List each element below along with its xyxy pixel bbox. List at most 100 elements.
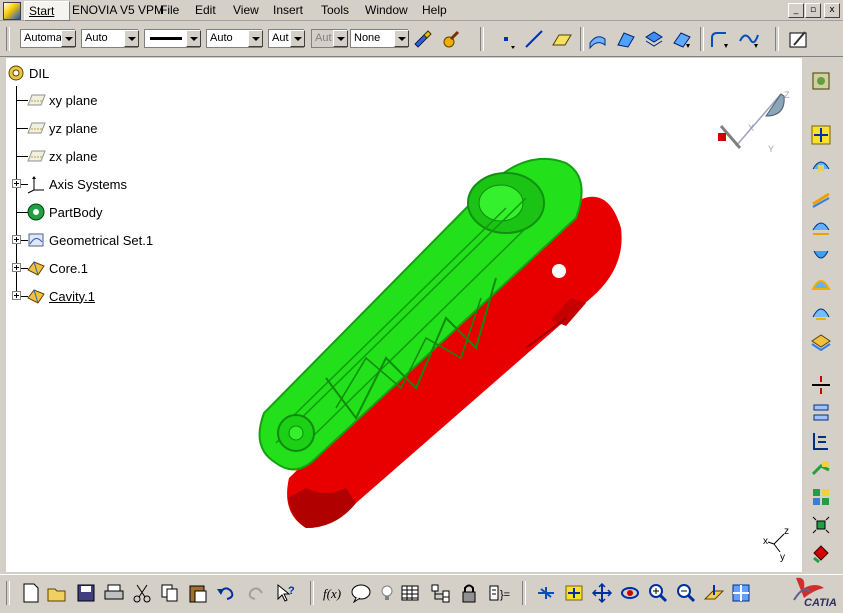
sketcher-icon[interactable]	[788, 28, 810, 50]
menu-help[interactable]: Help	[422, 3, 447, 17]
slider-icon[interactable]	[810, 542, 832, 564]
menu-window[interactable]: Window	[365, 3, 408, 17]
minimize-button[interactable]: _	[788, 3, 804, 18]
split-mold-icon[interactable]	[810, 216, 832, 238]
sweep-icon[interactable]	[810, 245, 832, 267]
layer-filter-combo-value: Aut	[315, 32, 332, 44]
plane-tool-icon[interactable]	[551, 28, 573, 50]
catia-app-icon[interactable]	[3, 2, 21, 20]
compass-icon[interactable]: Z X Y	[706, 86, 796, 166]
extrude-surface-icon[interactable]	[587, 28, 609, 50]
chevron-down-icon[interactable]	[186, 30, 201, 47]
3d-viewport[interactable]: DIL xy plane yz plane zx plane Axis Syst…	[6, 58, 802, 572]
graphic-properties-toolbar: Automa Auto Auto Aut Aut None	[0, 21, 843, 57]
save-icon[interactable]	[75, 582, 97, 604]
chevron-down-icon[interactable]	[290, 30, 305, 47]
menu-view[interactable]: View	[233, 3, 259, 17]
table-icon[interactable]	[400, 582, 422, 604]
point-tool-icon[interactable]	[495, 28, 517, 50]
copy-icon[interactable]	[159, 582, 181, 604]
lamp-icon[interactable]	[376, 582, 398, 604]
layer-combo[interactable]: None	[350, 29, 409, 48]
transparency-combo[interactable]: Auto	[81, 29, 139, 48]
rotate-icon[interactable]	[619, 582, 641, 604]
offset-surface-icon[interactable]	[615, 28, 637, 50]
fit-all-icon[interactable]	[563, 582, 585, 604]
split-surface-icon[interactable]	[671, 28, 693, 50]
paste-icon[interactable]	[187, 582, 209, 604]
gate-icon[interactable]	[810, 458, 832, 480]
insert-plate-icon[interactable]	[810, 402, 832, 424]
menu-start[interactable]: Start	[24, 1, 70, 21]
mold-base-icon[interactable]	[810, 430, 832, 452]
close-button[interactable]: x	[824, 3, 840, 18]
menu-file[interactable]: File	[160, 3, 179, 17]
chevron-down-icon[interactable]	[248, 30, 263, 47]
svg-text:}=: }=	[500, 589, 510, 601]
fill-surface-icon[interactable]	[810, 273, 832, 295]
toolbar-separator	[580, 27, 584, 51]
menu-enovia[interactable]: ENOVIA V5 VPM	[72, 3, 164, 17]
toolbar-separator	[480, 27, 484, 51]
whats-this-icon[interactable]: ?	[275, 582, 297, 604]
lock-icon[interactable]	[458, 582, 480, 604]
standard-toolbar: ? f(x) }=	[0, 574, 843, 611]
compass-x-label: X	[748, 123, 754, 133]
format-painter-icon[interactable]	[411, 28, 433, 50]
pan-icon[interactable]	[591, 582, 613, 604]
formula-icon[interactable]: f(x)	[322, 582, 344, 604]
tree-view-icon[interactable]	[430, 582, 452, 604]
print-icon[interactable]	[103, 582, 125, 604]
new-file-icon[interactable]	[20, 582, 42, 604]
fly-mode-icon[interactable]	[535, 582, 557, 604]
zoom-in-icon[interactable]	[647, 582, 669, 604]
toolbar-grip[interactable]	[6, 581, 10, 605]
transfer-element-icon[interactable]	[810, 153, 832, 175]
triad-z-label: z	[784, 526, 789, 537]
undo-icon[interactable]	[215, 582, 237, 604]
triad-y-label: y	[780, 552, 785, 563]
zoom-out-icon[interactable]	[675, 582, 697, 604]
extract-surface-icon[interactable]	[810, 329, 832, 351]
color-combo[interactable]: Automa	[20, 29, 76, 48]
split-part-icon[interactable]	[810, 374, 832, 396]
multi-view-icon[interactable]	[731, 582, 753, 604]
paint-brush-icon[interactable]	[440, 28, 462, 50]
point-combo[interactable]: Aut	[268, 29, 305, 48]
chevron-down-icon[interactable]	[394, 30, 409, 47]
mold-design-workbench-icon[interactable]	[810, 70, 832, 92]
svg-text:f(x): f(x)	[323, 586, 341, 601]
line-tool-icon[interactable]	[523, 28, 545, 50]
thickness-combo[interactable]: Auto	[206, 29, 263, 48]
menu-tools[interactable]: Tools	[321, 3, 349, 17]
macro-icon[interactable]: }=	[488, 582, 510, 604]
toolbar-separator	[310, 581, 314, 605]
linetype-combo[interactable]	[144, 29, 201, 48]
toolbar-grip[interactable]	[6, 27, 10, 51]
compass-z-label: Z	[784, 90, 790, 100]
menu-start-label: Start	[29, 4, 55, 18]
cut-icon[interactable]	[131, 582, 153, 604]
triad-x-label: x	[763, 536, 768, 547]
fillet-icon[interactable]	[708, 28, 730, 50]
restore-button[interactable]: ▫	[805, 3, 821, 18]
cooling-channel-icon[interactable]	[810, 486, 832, 508]
pulling-direction-icon[interactable]	[810, 124, 832, 146]
knowledge-advisor-icon[interactable]	[350, 582, 372, 604]
open-folder-icon[interactable]	[47, 582, 69, 604]
chevron-down-icon[interactable]	[124, 30, 139, 47]
normal-view-icon[interactable]	[703, 582, 725, 604]
color-combo-value: Automa	[24, 32, 62, 44]
ejector-pin-icon[interactable]	[810, 514, 832, 536]
mold-model[interactable]	[6, 58, 802, 572]
menu-insert[interactable]: Insert	[273, 3, 303, 17]
menu-edit[interactable]: Edit	[195, 3, 216, 17]
spline-icon[interactable]	[738, 28, 760, 50]
parting-surface-icon[interactable]	[810, 188, 832, 210]
toolbar-separator	[775, 27, 779, 51]
join-surface-icon[interactable]	[643, 28, 665, 50]
catia-logo: CATIA	[786, 574, 843, 610]
blend-surface-icon[interactable]	[810, 301, 832, 323]
mold-tooling-toolbar	[804, 58, 843, 572]
chevron-down-icon[interactable]	[61, 30, 76, 47]
